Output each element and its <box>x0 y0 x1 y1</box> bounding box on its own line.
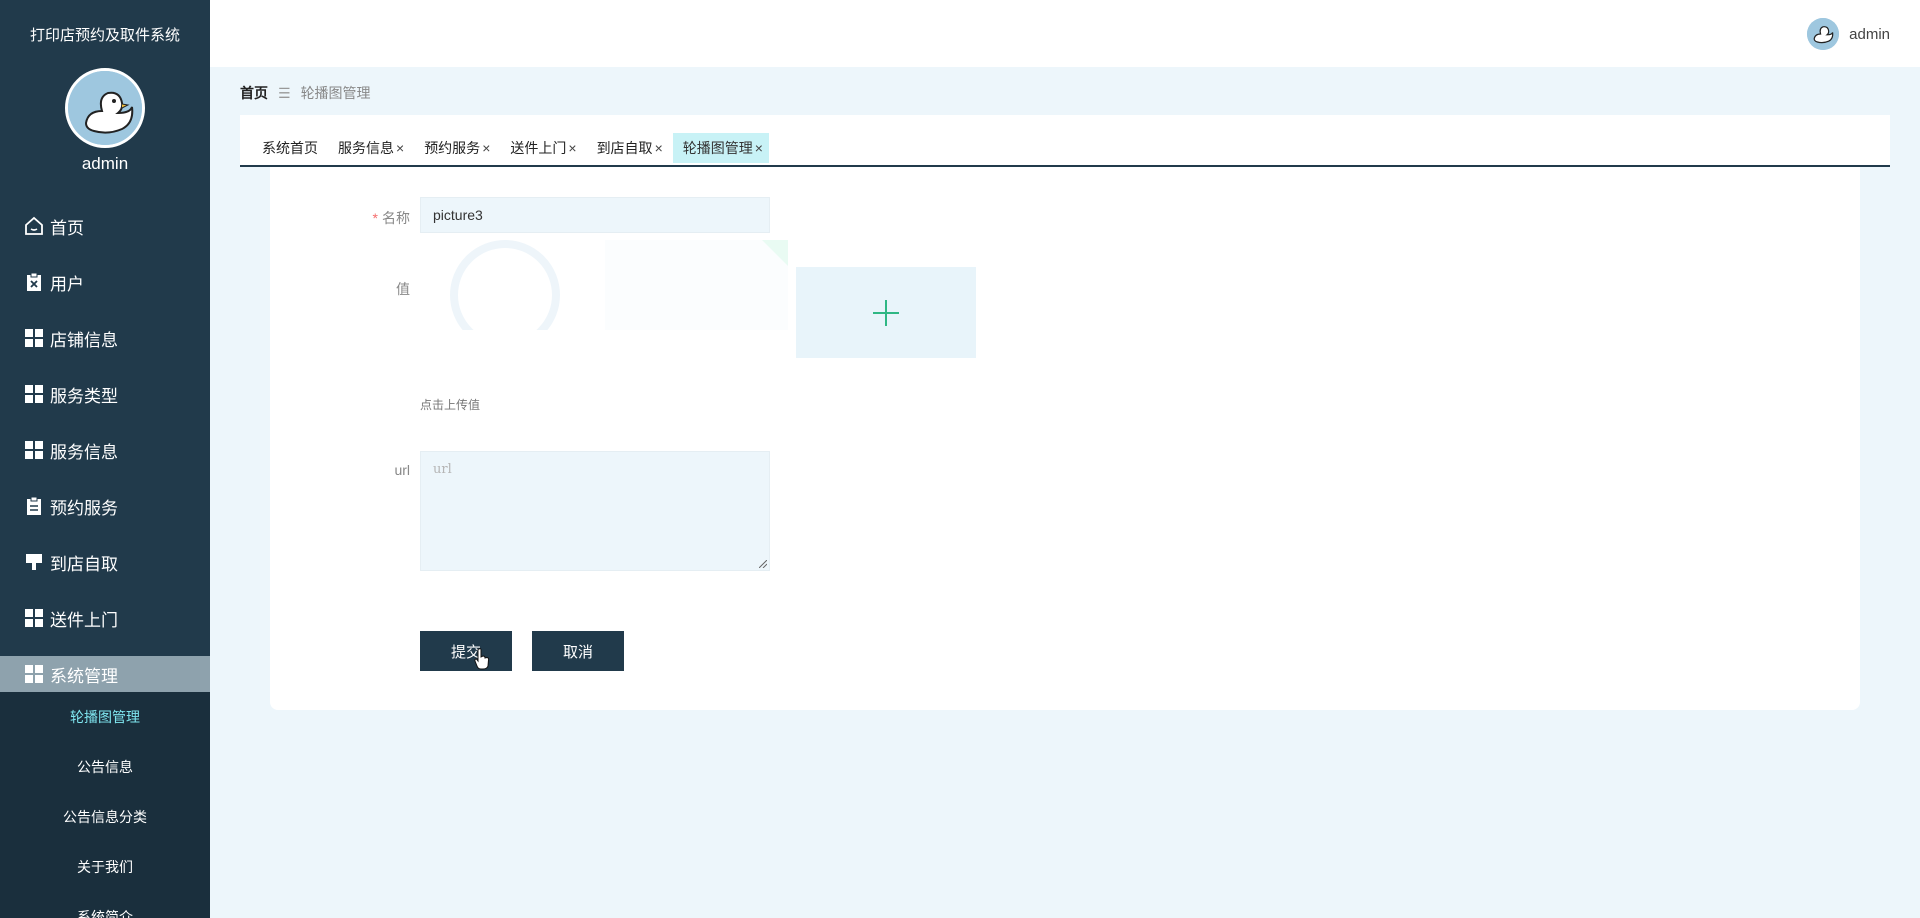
tab-label: 预约服务 <box>424 140 481 156</box>
sidebar-item-label: 用户 <box>50 274 84 294</box>
sidebar-item-booking[interactable]: 预约服务 <box>0 478 210 534</box>
close-icon[interactable]: × <box>568 140 576 156</box>
sidebar-item-label: 服务信息 <box>50 442 118 462</box>
submit-button[interactable]: 提交 <box>420 631 512 671</box>
sidebar-username: admin <box>81 154 129 173</box>
sidebar-item-service-info[interactable]: 服务信息 <box>0 422 210 478</box>
tab-label: 到店自取 <box>596 140 653 156</box>
sidebar-item-label: 首页 <box>50 218 84 238</box>
sidebar-item-pickup[interactable]: 到店自取 <box>0 534 210 590</box>
url-placeholder: url <box>433 462 452 477</box>
preview-ghost-shape <box>605 240 788 330</box>
duck-icon <box>68 71 142 145</box>
clipboard-x-icon <box>24 272 44 292</box>
tab-delivery[interactable]: 送件上门 × <box>500 133 582 163</box>
submenu-item-notice-category[interactable]: 公告信息分类 <box>0 792 210 842</box>
resize-grip-icon[interactable] <box>759 560 767 568</box>
value-label: 值 <box>396 281 410 297</box>
close-icon[interactable]: × <box>655 140 663 156</box>
tab-booking[interactable]: 预约服务 × <box>414 133 496 163</box>
grid-icon <box>24 440 44 460</box>
grid-icon <box>24 384 44 404</box>
user-menu[interactable]: admin <box>1807 18 1890 50</box>
name-label: * 名称 <box>270 208 410 228</box>
required-mark: * <box>372 210 378 226</box>
sidebar-item-service-type[interactable]: 服务类型 <box>0 366 210 422</box>
url-textarea[interactable]: url <box>420 451 770 571</box>
tab-label: 服务信息 <box>338 140 394 156</box>
preview-ghost-shape <box>450 240 560 330</box>
system-submenu: 轮播图管理 公告信息 公告信息分类 关于我们 系统简介 <box>0 692 210 918</box>
avatar <box>1807 18 1840 50</box>
grid-icon <box>24 608 44 628</box>
sidebar-item-label: 服务类型 <box>50 386 118 406</box>
sidebar-item-shop-info[interactable]: 店铺信息 <box>0 310 210 366</box>
tabs-bar: 系统首页 服务信息 × 预约服务 × 送件上门 × 到店自取 × 轮播图管理 × <box>240 115 1890 167</box>
app-title: 打印店预约及取件系统 <box>29 27 180 44</box>
submenu-item-notice[interactable]: 公告信息 <box>0 742 210 792</box>
avatar <box>65 68 145 148</box>
breadcrumb-current: 轮播图管理 <box>300 85 371 101</box>
tab-service-info[interactable]: 服务信息 × <box>328 133 410 163</box>
breadcrumb-separator-icon: ☰ <box>278 84 291 101</box>
preview-ghost-shape <box>762 240 788 266</box>
stamp-icon <box>24 552 44 572</box>
close-icon[interactable]: × <box>482 140 490 156</box>
sidebar-menu: 首页 用户 店铺信息 服务类型 服务信息 预约服务 到店自取 送件上门 系统管理… <box>0 198 210 918</box>
submenu-item-carousel[interactable]: 轮播图管理 <box>0 692 210 742</box>
plus-icon <box>873 299 899 326</box>
name-label-text: 名称 <box>382 210 410 226</box>
hand-cursor-icon <box>474 648 490 670</box>
submenu-item-about[interactable]: 关于我们 <box>0 842 210 892</box>
close-icon[interactable]: × <box>755 140 763 156</box>
clipboard-icon <box>24 496 44 516</box>
sidebar: 打印店预约及取件系统 admin 首页 用户 店铺信息 服务类型 服务信息 预约… <box>0 0 210 918</box>
grid-icon <box>24 664 44 684</box>
image-preview <box>420 240 788 330</box>
header-username: admin <box>1849 25 1890 43</box>
sidebar-item-label: 系统管理 <box>50 666 118 686</box>
tab-home[interactable]: 系统首页 <box>252 133 324 163</box>
tab-label: 系统首页 <box>262 140 318 156</box>
top-header: admin <box>210 0 1920 67</box>
close-icon[interactable]: × <box>396 140 404 156</box>
sidebar-item-label: 店铺信息 <box>50 330 118 350</box>
tab-label: 轮播图管理 <box>682 140 753 156</box>
cancel-button[interactable]: 取消 <box>532 631 624 671</box>
breadcrumb-home[interactable]: 首页 <box>240 83 268 103</box>
grid-icon <box>24 328 44 348</box>
tab-carousel[interactable]: 轮播图管理 × <box>672 133 769 163</box>
sidebar-item-label: 预约服务 <box>50 498 118 518</box>
sidebar-item-label: 到店自取 <box>50 554 118 574</box>
duck-icon <box>1807 18 1840 50</box>
tab-list: 系统首页 服务信息 × 预约服务 × 送件上门 × 到店自取 × 轮播图管理 × <box>252 133 773 163</box>
sidebar-item-system[interactable]: 系统管理 <box>0 656 210 692</box>
sidebar-item-users[interactable]: 用户 <box>0 254 210 310</box>
home-icon <box>24 216 44 236</box>
tab-label: 送件上门 <box>510 140 567 156</box>
sidebar-item-home[interactable]: 首页 <box>0 198 210 254</box>
sidebar-item-label: 送件上门 <box>50 610 118 630</box>
name-input[interactable]: picture3 <box>420 197 770 233</box>
url-label: url <box>394 462 410 478</box>
submenu-item-intro[interactable]: 系统简介 <box>0 892 210 918</box>
name-input-value: picture3 <box>433 207 483 223</box>
tab-pickup[interactable]: 到店自取 × <box>587 133 669 163</box>
breadcrumb: 首页 ☰ 轮播图管理 <box>240 83 371 103</box>
upload-hint: 点击上传值 <box>420 398 481 412</box>
image-upload-button[interactable] <box>796 267 976 358</box>
sidebar-item-delivery[interactable]: 送件上门 <box>0 590 210 646</box>
